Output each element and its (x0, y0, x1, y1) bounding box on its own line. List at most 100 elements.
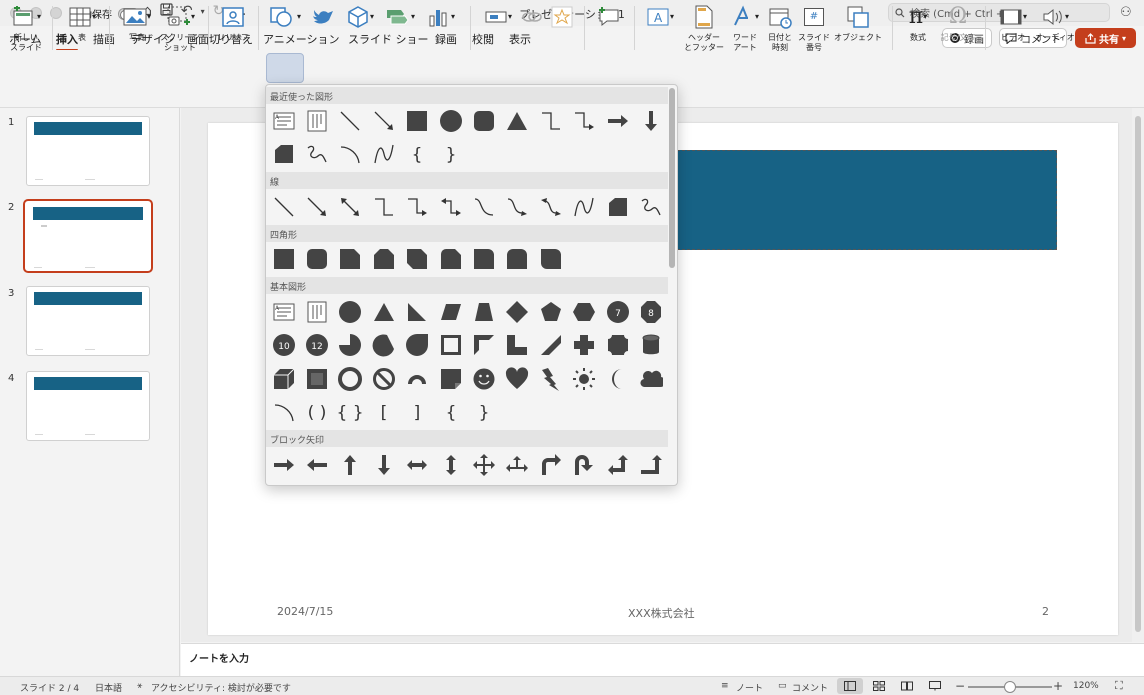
audio-button[interactable]: ▾ オーディオ (1034, 4, 1076, 43)
numbered-polygon-shape-icon[interactable]: 7 (604, 298, 631, 325)
smartart-button[interactable]: ▾ (381, 4, 419, 33)
arrowline-shape-icon[interactable] (303, 193, 330, 220)
header-footer-button[interactable]: ヘッダー とフッター (682, 4, 726, 53)
quadarrow-shape-icon[interactable] (470, 451, 497, 478)
cloud-shape-icon[interactable] (637, 365, 664, 392)
snipround-shape-icon[interactable] (437, 245, 464, 272)
tab-slideshow[interactable]: スライド ショー (348, 31, 429, 47)
no-symbol-shape-icon[interactable] (370, 365, 397, 392)
darrow-shape-icon[interactable] (637, 107, 664, 134)
zoom-in-icon[interactable]: + (1053, 679, 1063, 693)
slide-thumbnail-2[interactable] (23, 199, 153, 273)
bracket-shape-icon[interactable]: } (437, 140, 464, 167)
rect-shape-icon[interactable] (270, 245, 297, 272)
screenshot-button[interactable]: ▾ スクリーン ショット (158, 4, 202, 53)
slide-sorter-view-button[interactable] (866, 678, 892, 694)
textbox-shape-icon[interactable]: A (270, 298, 297, 325)
bevel-shape-icon[interactable] (303, 365, 330, 392)
new-slide-button[interactable]: ▾ 新しい スライド (6, 4, 46, 53)
uturn-shape-icon[interactable] (571, 451, 598, 478)
rrect-shape-icon[interactable] (470, 107, 497, 134)
slide-thumbnail-4[interactable] (26, 371, 150, 441)
link-button[interactable] (518, 4, 546, 33)
freeform-shape-icon[interactable] (270, 140, 297, 167)
triangle-shape-icon[interactable] (370, 298, 397, 325)
video-button[interactable]: ▾ ビデオ (993, 4, 1033, 43)
reading-view-button[interactable] (894, 678, 920, 694)
can-shape-icon[interactable] (637, 331, 664, 358)
vtextbox-shape-icon[interactable] (303, 298, 330, 325)
lshape-shape-icon[interactable] (504, 331, 531, 358)
symbol-button[interactable]: Ω 記号/文字 (938, 4, 978, 43)
vtextbox-shape-icon[interactable] (303, 107, 330, 134)
language-indicator[interactable]: 日本語 (95, 681, 122, 694)
pentagon-shape-icon[interactable] (537, 298, 564, 325)
arc-shape-icon[interactable] (270, 398, 297, 425)
account-icon[interactable]: ⚇ (1120, 5, 1132, 20)
plus-shape-icon[interactable] (571, 331, 598, 358)
vertical-scrollbar-thumb[interactable] (1135, 116, 1141, 632)
dblarrow-shape-icon[interactable] (337, 193, 364, 220)
bracket-shape-icon[interactable]: [ (370, 398, 397, 425)
elbowarrow-shape-icon[interactable] (404, 193, 431, 220)
trapezoid-shape-icon[interactable] (470, 298, 497, 325)
heart-shape-icon[interactable] (504, 365, 531, 392)
table-button[interactable]: ▾ 表 (62, 4, 102, 43)
bracket-shape-icon[interactable]: ( ) (303, 398, 330, 425)
comments-toggle[interactable]: コメント (792, 681, 828, 694)
chart-button[interactable]: ▾ (422, 4, 460, 33)
photo-button[interactable]: ▾ 写真 (117, 4, 157, 43)
rect-shape-icon[interactable] (404, 107, 431, 134)
icons-button[interactable] (307, 4, 339, 33)
curve2-shape-icon[interactable] (470, 193, 497, 220)
halfframe-shape-icon[interactable] (470, 331, 497, 358)
bracket-shape-icon[interactable]: { (404, 140, 431, 167)
object-button[interactable]: オブジェクト (833, 4, 883, 43)
elbowdbl-shape-icon[interactable] (437, 193, 464, 220)
tab-view[interactable]: 表示 (509, 31, 531, 47)
plaque-shape-icon[interactable] (604, 331, 631, 358)
circle-shape-icon[interactable] (337, 298, 364, 325)
elbowarrow-shape-icon[interactable] (571, 107, 598, 134)
uarrow-shape-icon[interactable] (337, 451, 364, 478)
diagstripe-shape-icon[interactable] (537, 331, 564, 358)
zoom-level[interactable]: 120% (1073, 681, 1099, 691)
lrarrow-shape-icon[interactable] (404, 451, 431, 478)
numbered-polygon-shape-icon[interactable]: 12 (303, 331, 330, 358)
snip1-shape-icon[interactable] (337, 245, 364, 272)
notes-pane[interactable]: ノートを入力 (181, 643, 1144, 676)
pie-shape-icon[interactable] (337, 331, 364, 358)
slide-number-button[interactable]: # スライド 番号 (797, 4, 831, 53)
date-time-button[interactable]: 日付と 時刻 (764, 4, 796, 53)
rrect-shape-icon[interactable] (303, 245, 330, 272)
hexagon-shape-icon[interactable] (571, 298, 598, 325)
bracket-shape-icon[interactable]: ] (404, 398, 431, 425)
leftup-shape-icon[interactable] (604, 451, 631, 478)
rtri-shape-icon[interactable] (404, 298, 431, 325)
slide-title-placeholder[interactable] (677, 150, 1057, 250)
diamond-shape-icon[interactable] (504, 298, 531, 325)
footer-page-number[interactable]: 2 (1042, 605, 1049, 618)
slideshow-view-button[interactable] (922, 678, 948, 694)
curvearrow-shape-icon[interactable] (504, 193, 531, 220)
tab-animations[interactable]: アニメーション (263, 31, 340, 47)
donut-shape-icon[interactable] (337, 365, 364, 392)
curvedbl-shape-icon[interactable] (537, 193, 564, 220)
footer-company[interactable]: XXX株式会社 (628, 605, 695, 621)
line-shape-icon[interactable] (337, 107, 364, 134)
action-button[interactable] (548, 4, 576, 33)
triangle-shape-icon[interactable] (504, 107, 531, 134)
lightning-shape-icon[interactable] (537, 365, 564, 392)
blockarc-shape-icon[interactable] (404, 365, 431, 392)
smiley-shape-icon[interactable] (470, 365, 497, 392)
darrow-shape-icon[interactable] (370, 451, 397, 478)
new-comment-button[interactable] (594, 4, 624, 33)
numbered-polygon-shape-icon[interactable]: 8 (637, 298, 664, 325)
cube-shape-icon[interactable] (270, 365, 297, 392)
parallelogram-shape-icon[interactable] (437, 298, 464, 325)
round1-shape-icon[interactable] (470, 245, 497, 272)
bracket-shape-icon[interactable]: { } (337, 398, 364, 425)
rarrow-shape-icon[interactable] (604, 107, 631, 134)
snip3-shape-icon[interactable] (404, 245, 431, 272)
moon-shape-icon[interactable] (604, 365, 631, 392)
